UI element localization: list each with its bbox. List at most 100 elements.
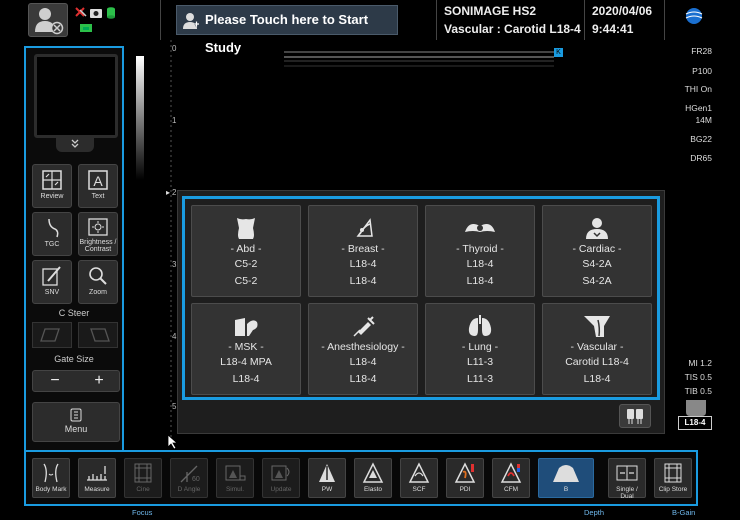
lung-icon xyxy=(468,315,492,336)
preset-name: - Lung - xyxy=(461,341,499,353)
cfm-mode-button[interactable]: CFM xyxy=(492,458,530,498)
film-icon xyxy=(134,463,152,483)
depth-tick: 5 xyxy=(172,402,177,411)
ultrasound-image-strip xyxy=(284,51,554,67)
time-display: 9:44:41 xyxy=(592,22,634,36)
orientation-marker: K xyxy=(554,48,563,57)
c-steer-left-button[interactable] xyxy=(32,322,72,348)
power-level: P100 xyxy=(692,66,712,76)
status-icons xyxy=(75,7,115,32)
review-button[interactable]: Review xyxy=(32,164,72,208)
preset-abd-button[interactable]: - Abd - C5-2 C5-2 xyxy=(191,205,301,297)
update-label: Update xyxy=(270,486,292,493)
snv-button[interactable]: SNV xyxy=(32,260,72,304)
scf-mode-button[interactable]: SCF xyxy=(400,458,438,498)
focus-marker-icon: ▸ xyxy=(166,188,171,197)
depth-scale: 0 1 2 ▸ 3 4 5 xyxy=(132,40,176,450)
preset-name: - Abd - xyxy=(230,243,262,255)
thumbnail-preview[interactable] xyxy=(34,54,118,138)
clip-store-icon xyxy=(664,463,682,483)
ruler-icon xyxy=(87,466,107,481)
gate-size-label: Gate Size xyxy=(54,354,94,364)
tgc-label: TGC xyxy=(44,241,60,248)
preset-msk-button[interactable]: - MSK - L18-4 MPA L18-4 xyxy=(191,303,301,395)
cfm-label: CFM xyxy=(503,486,519,493)
mouse-cursor-icon xyxy=(167,434,179,450)
syringe-icon xyxy=(353,316,375,337)
depth-tick: 2 xyxy=(172,188,177,197)
text-button[interactable]: A Text xyxy=(78,164,118,208)
breast-icon xyxy=(356,218,373,237)
konica-minolta-logo-icon xyxy=(685,8,703,24)
add-patient-icon xyxy=(183,13,199,29)
preset-vascular-button[interactable]: - Vascular - Carotid L18-4 L18-4 xyxy=(542,303,652,395)
preset-thyroid-button[interactable]: - Thyroid - L18-4 L18-4 xyxy=(425,205,535,297)
body-mark-button[interactable]: Body Mark xyxy=(32,458,70,498)
pw-mode-button[interactable]: PW xyxy=(308,458,346,498)
elasto-mode-button[interactable]: Elasto xyxy=(354,458,392,498)
pw-label: PW xyxy=(321,486,333,493)
thi-status: THI On xyxy=(684,84,712,94)
preset-lung-button[interactable]: - Lung - L11-3 L11-3 xyxy=(425,303,535,395)
preset-breast-button[interactable]: - Breast - L18-4 L18-4 xyxy=(308,205,418,297)
preset-probe: Carotid L18-4 xyxy=(565,356,629,368)
user-login-button[interactable] xyxy=(28,3,68,37)
gate-size-increase-button[interactable]: + xyxy=(77,371,121,391)
start-study-button[interactable]: Please Touch here to Start Study xyxy=(176,5,398,55)
preset-probe: L11-3 xyxy=(466,356,494,368)
preset-probe-alt: L18-4 xyxy=(583,373,611,385)
tgc-button[interactable]: TGC xyxy=(32,212,72,256)
simul-button[interactable]: Simul. xyxy=(216,458,254,498)
scf-icon xyxy=(408,462,430,483)
frame-rate: FR28 xyxy=(691,46,712,56)
mi-value: MI 1.2 xyxy=(688,358,712,368)
review-label: Review xyxy=(40,193,64,200)
elasto-label: Elasto xyxy=(363,486,383,493)
preset-name: - MSK - xyxy=(228,341,264,353)
current-preset: Vascular : Carotid L18-4 xyxy=(444,22,581,36)
gate-size-decrease-button[interactable]: − xyxy=(33,371,77,391)
c-steer-right-button[interactable] xyxy=(78,322,118,348)
camera-icon xyxy=(90,9,102,18)
double-chevron-down-icon xyxy=(71,139,79,148)
d-angle-button[interactable]: 60 D Angle xyxy=(170,458,208,498)
pdi-mode-button[interactable]: PDI xyxy=(446,458,484,498)
update-button[interactable]: Update xyxy=(262,458,300,498)
menu-button[interactable]: Menu xyxy=(32,402,120,442)
pdi-icon xyxy=(454,462,476,483)
b-gain-value: BG22 xyxy=(690,134,712,144)
update-icon xyxy=(271,465,290,481)
clip-store-button[interactable]: Clip Store xyxy=(654,458,692,498)
network-off-icon xyxy=(75,7,87,17)
b-mode-button[interactable]: B xyxy=(538,458,594,498)
b-mode-icon xyxy=(553,465,579,482)
measure-label: Measure xyxy=(84,486,110,493)
menu-label: Menu xyxy=(64,424,88,434)
brightness-contrast-button[interactable]: Brightness / Contrast xyxy=(78,212,118,256)
dynamic-range: DR65 xyxy=(690,153,712,163)
brand-logo xyxy=(672,6,732,36)
preset-probe-alt: L18-4 xyxy=(349,275,377,287)
tib-value: TIB 0.5 xyxy=(684,386,712,396)
measure-button[interactable]: Measure xyxy=(78,458,116,498)
single-dual-button[interactable]: Single / Dual xyxy=(608,458,646,500)
text-label: Text xyxy=(91,193,105,200)
b-gain-knob-label: B-Gain xyxy=(672,508,696,517)
svg-text:A: A xyxy=(93,173,103,189)
scf-label: SCF xyxy=(412,486,426,493)
cine-button[interactable]: Cine xyxy=(124,458,162,498)
preset-probe: L18-4 xyxy=(349,258,377,270)
probe-swap-button[interactable] xyxy=(619,404,651,428)
brightness-icon xyxy=(88,218,108,236)
preset-anesthesiology-button[interactable]: - Anesthesiology - L18-4 L18-4 xyxy=(308,303,418,395)
preset-probe: L18-4 xyxy=(466,258,494,270)
preset-cardiac-button[interactable]: - Cardiac - S4-2A S4-2A xyxy=(542,205,652,297)
harmonic-freq: 14M xyxy=(695,115,712,125)
zoom-button[interactable]: Zoom xyxy=(78,260,118,304)
depth-knob-label: Depth xyxy=(584,508,605,517)
expand-preview-button[interactable] xyxy=(56,136,94,152)
tgc-icon xyxy=(48,218,59,238)
review-icon xyxy=(42,170,62,190)
connection-icon xyxy=(80,24,92,32)
probe-label: L18-4 xyxy=(678,416,712,430)
